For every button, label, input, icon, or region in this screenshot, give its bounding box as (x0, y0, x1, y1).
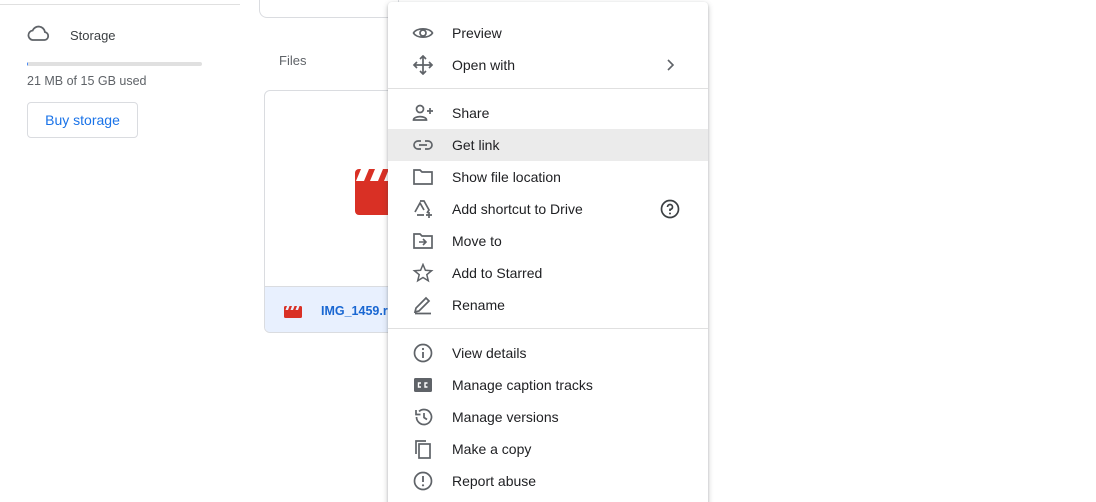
menu-item-manage-captions[interactable]: Manage caption tracks (388, 369, 708, 401)
eye-icon (412, 23, 434, 43)
buy-storage-button[interactable]: Buy storage (27, 102, 138, 138)
menu-item-rename[interactable]: Rename (388, 289, 708, 321)
file-name: IMG_1459.r (321, 303, 388, 318)
star-icon (412, 263, 434, 283)
menu-item-label: Preview (452, 25, 502, 41)
file-card[interactable]: IMG_1459.r (264, 90, 404, 333)
menu-item-get-link[interactable]: Get link (388, 129, 708, 161)
files-heading: Files (279, 53, 307, 68)
storage-used-text: 21 MB of 15 GB used (27, 74, 147, 88)
menu-item-add-shortcut[interactable]: Add shortcut to Drive (388, 193, 708, 225)
storage-label: Storage (70, 27, 116, 43)
menu-item-report-abuse[interactable]: Report abuse (388, 465, 708, 497)
menu-item-label: Report abuse (452, 473, 537, 489)
menu-item-label: Add to Starred (452, 265, 543, 281)
menu-item-add-to-starred[interactable]: Add to Starred (388, 257, 708, 289)
help-icon[interactable] (658, 199, 682, 219)
menu-divider (388, 88, 708, 89)
menu-divider (388, 328, 708, 329)
sidebar-divider (0, 4, 240, 5)
video-file-icon (284, 304, 302, 318)
closed-caption-icon (412, 375, 434, 395)
partial-card (259, 0, 399, 18)
folder-icon (412, 167, 434, 187)
menu-item-label: Manage versions (452, 409, 559, 425)
menu-item-manage-versions[interactable]: Manage versions (388, 401, 708, 433)
menu-item-label: View details (452, 345, 527, 361)
storage-usage-bar (27, 62, 202, 66)
menu-item-move-to[interactable]: Move to (388, 225, 708, 257)
menu-item-label: Rename (452, 297, 505, 313)
menu-item-label: Manage caption tracks (452, 377, 593, 393)
info-icon (412, 343, 434, 363)
menu-item-label: Add shortcut to Drive (452, 201, 583, 217)
menu-item-open-with[interactable]: Open with (388, 49, 708, 81)
move-to-folder-icon (412, 231, 434, 251)
storage-nav-item[interactable]: Storage (26, 24, 116, 46)
menu-item-label: Get link (452, 137, 500, 153)
history-icon (412, 407, 434, 427)
menu-item-preview[interactable]: Preview (388, 17, 708, 49)
file-footer[interactable]: IMG_1459.r (265, 286, 403, 332)
copy-icon (412, 439, 434, 459)
menu-item-label: Open with (452, 57, 516, 73)
menu-item-share[interactable]: Share (388, 97, 708, 129)
menu-item-make-copy[interactable]: Make a copy (388, 433, 708, 465)
add-person-icon (412, 103, 434, 123)
context-menu: Preview Open with Share Get link Show fi… (388, 2, 708, 502)
chevron-right-icon (658, 55, 682, 75)
menu-item-label: Move to (452, 233, 502, 249)
move-arrows-icon (412, 55, 434, 75)
sidebar: Storage 21 MB of 15 GB used Buy storage (0, 0, 240, 502)
menu-item-view-details[interactable]: View details (388, 337, 708, 369)
cloud-icon (26, 24, 50, 47)
link-icon (412, 135, 434, 155)
menu-item-label: Show file location (452, 169, 561, 185)
menu-item-label: Share (452, 105, 490, 121)
menu-item-label: Make a copy (452, 441, 532, 457)
drive-shortcut-icon (412, 199, 434, 219)
pencil-icon (412, 295, 434, 315)
menu-item-show-file-location[interactable]: Show file location (388, 161, 708, 193)
report-icon (412, 471, 434, 491)
